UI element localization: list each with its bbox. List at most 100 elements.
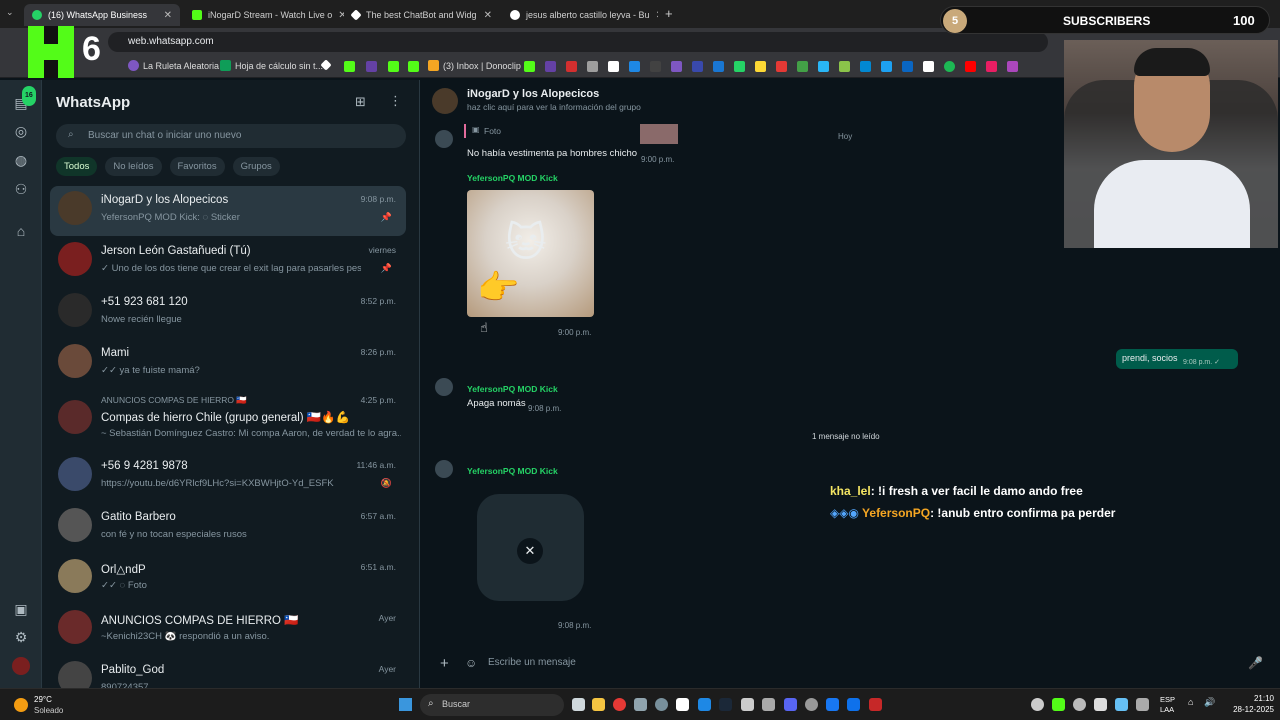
bookmark-icon[interactable] xyxy=(545,61,556,72)
settings-icon[interactable]: ⚙ xyxy=(12,628,30,646)
bookmark-icon[interactable] xyxy=(734,61,745,72)
sticker-icon[interactable]: ☺ xyxy=(465,656,477,670)
bookmark-icon-b[interactable] xyxy=(344,61,355,72)
task-view-icon[interactable] xyxy=(572,698,585,711)
bookmark-icon[interactable] xyxy=(839,61,850,72)
bookmark-ruleta[interactable]: La Ruleta Aleatoria xyxy=(128,60,219,71)
bookmark-icon[interactable] xyxy=(692,61,703,72)
new-chat-icon[interactable]: ⊞ xyxy=(355,94,366,110)
bookmark-icon[interactable] xyxy=(902,61,913,72)
network-icon[interactable]: ⌂ xyxy=(1188,697,1193,707)
chrome-icon[interactable] xyxy=(613,698,626,711)
microphone-icon[interactable]: 🎤 xyxy=(1248,656,1263,670)
bookmark-icon[interactable] xyxy=(755,61,766,72)
bookmark-icon[interactable] xyxy=(650,61,661,72)
new-tab-icon[interactable]: + xyxy=(665,6,673,21)
kick-bookmark-icon[interactable] xyxy=(408,61,419,72)
cat-sticker-image[interactable]: 🐱 👉 xyxy=(467,190,594,317)
chat-row[interactable]: +56 9 4281 9878 https://youtu.be/d6YRlcf… xyxy=(50,452,406,502)
tray-icon[interactable] xyxy=(1073,698,1086,711)
discord-icon[interactable] xyxy=(784,698,797,711)
filter-all[interactable]: Todos xyxy=(56,157,98,176)
clock[interactable]: 21:10 28-12-2025 xyxy=(1222,694,1274,716)
bookmark-icon[interactable] xyxy=(524,61,535,72)
chat-row[interactable]: +51 923 681 120 Nowe recién llegue 8:52 … xyxy=(50,288,406,338)
tab-list-chevron-icon[interactable]: ⌄ xyxy=(6,7,14,18)
file-explorer-icon[interactable] xyxy=(592,698,605,711)
bookmark-icon-c[interactable] xyxy=(366,61,377,72)
filter-unread[interactable]: No leídos xyxy=(105,157,162,176)
bookmark-icon-d[interactable] xyxy=(388,61,399,72)
app-icon[interactable] xyxy=(869,698,882,711)
bookmark-icon[interactable] xyxy=(944,61,955,72)
tab-whatsapp[interactable]: (16) WhatsApp Business ✕ xyxy=(24,4,180,26)
chat-row[interactable]: Mami ✓✓ ya te fuiste mamá? 8:26 p.m. xyxy=(50,339,406,389)
status-icon[interactable]: ◎ xyxy=(12,122,30,140)
tab-kick[interactable]: iNogarD Stream - Watch Live o ✕ xyxy=(184,4,344,26)
tab-chatbot[interactable]: The best ChatBot and Widg ✕ xyxy=(344,4,500,26)
bookmark-icon[interactable] xyxy=(1007,61,1018,72)
facebook-icon[interactable] xyxy=(826,698,839,711)
tab-google[interactable]: jesus alberto castillo leyva - Bu ✕ xyxy=(502,4,658,26)
app-icon[interactable] xyxy=(762,698,775,711)
bookmark-icon[interactable] xyxy=(965,61,976,72)
app-icon[interactable] xyxy=(741,698,754,711)
app-icon[interactable] xyxy=(847,698,860,711)
chat-row[interactable]: Orl△ndP ✓✓ ◌ Foto 6:51 a.m. xyxy=(50,554,406,604)
menu-icon[interactable]: ⋮ xyxy=(389,93,402,109)
app-icon[interactable] xyxy=(698,698,711,711)
chat-row[interactable]: ANUNCIOS COMPAS DE HIERRO 🇨🇱 ~Kenichi23C… xyxy=(50,605,406,655)
bookmark-icon[interactable] xyxy=(776,61,787,72)
media-icon[interactable]: ▣ xyxy=(12,600,30,618)
message-input[interactable]: Escribe un mensaje xyxy=(488,657,576,668)
close-tab-icon[interactable]: ✕ xyxy=(656,10,658,21)
chat-row[interactable]: Pablito_God 890724357 Ayer xyxy=(50,656,406,688)
app-icon[interactable] xyxy=(676,698,689,711)
attach-icon[interactable]: + xyxy=(440,655,449,672)
channels-icon[interactable]: ◍ xyxy=(12,151,30,169)
tray-icon[interactable] xyxy=(1031,698,1044,711)
bookmark-icon[interactable] xyxy=(881,61,892,72)
search-field[interactable]: ⌕ Buscar un chat o iniciar uno nuevo xyxy=(56,124,406,148)
chat-row[interactable]: Jerson León Gastañuedi (Tú) ✓ Uno de los… xyxy=(50,237,406,287)
bookmark-icon[interactable] xyxy=(671,61,682,72)
bookmark-icon[interactable] xyxy=(566,61,577,72)
bookmark-icon[interactable] xyxy=(608,61,619,72)
communities-icon[interactable]: ⚇ xyxy=(12,180,30,198)
chats-icon[interactable]: ▤ 16 xyxy=(12,86,36,112)
close-tab-icon[interactable]: ✕ xyxy=(484,10,492,21)
tray-icon[interactable] xyxy=(1136,698,1149,711)
profile-avatar[interactable] xyxy=(12,657,30,675)
filter-groups[interactable]: Grupos xyxy=(232,157,280,176)
bookmark-icon[interactable] xyxy=(860,61,871,72)
bookmark-donoclip[interactable]: (3) Inbox | Donoclip xyxy=(428,60,521,71)
filter-favorites[interactable]: Favoritos xyxy=(169,157,225,176)
catalog-icon[interactable]: ⌂ xyxy=(12,222,30,240)
weather-widget[interactable]: 29°C Soleado xyxy=(12,694,92,716)
close-tab-icon[interactable]: ✕ xyxy=(164,10,172,21)
tray-icon[interactable] xyxy=(1052,698,1065,711)
bookmark-icon[interactable] xyxy=(587,61,598,72)
bookmark-icon[interactable] xyxy=(797,61,808,72)
calculator-icon[interactable] xyxy=(634,698,647,711)
bookmark-icon[interactable] xyxy=(986,61,997,72)
chat-row[interactable]: iNogarD y los Alopecicos YefersonPQ MOD … xyxy=(50,186,406,236)
bookmark-icon[interactable] xyxy=(713,61,724,72)
chat-row[interactable]: Gatito Barbero con fé y no tocan especia… xyxy=(50,503,406,553)
volume-icon[interactable]: 🔊 xyxy=(1204,697,1215,708)
bookmark-icon[interactable] xyxy=(818,61,829,72)
message-bubble[interactable]: ▣ Foto No había vestimenta pa hombres ch… xyxy=(460,124,680,166)
tray-icon[interactable] xyxy=(1115,698,1128,711)
bookmark-icon[interactable] xyxy=(923,61,934,72)
app-icon[interactable] xyxy=(655,698,668,711)
cancel-download-button[interactable]: ✕ xyxy=(517,538,543,564)
address-field[interactable]: web.whatsapp.com xyxy=(108,32,1048,52)
app-icon[interactable] xyxy=(805,698,818,711)
bookmark-sheets[interactable]: Hoja de cálculo sin t... xyxy=(220,60,323,71)
chat-row[interactable]: ANUNCIOS COMPAS DE HIERRO 🇨🇱 Compas de h… xyxy=(50,390,406,448)
taskbar-search[interactable]: ⌕ Buscar xyxy=(420,694,564,716)
start-button[interactable] xyxy=(399,698,412,711)
bookmark-icon[interactable] xyxy=(629,61,640,72)
language-indicator[interactable]: ESP LAA xyxy=(1160,694,1184,716)
tray-icon[interactable] xyxy=(1094,698,1107,711)
